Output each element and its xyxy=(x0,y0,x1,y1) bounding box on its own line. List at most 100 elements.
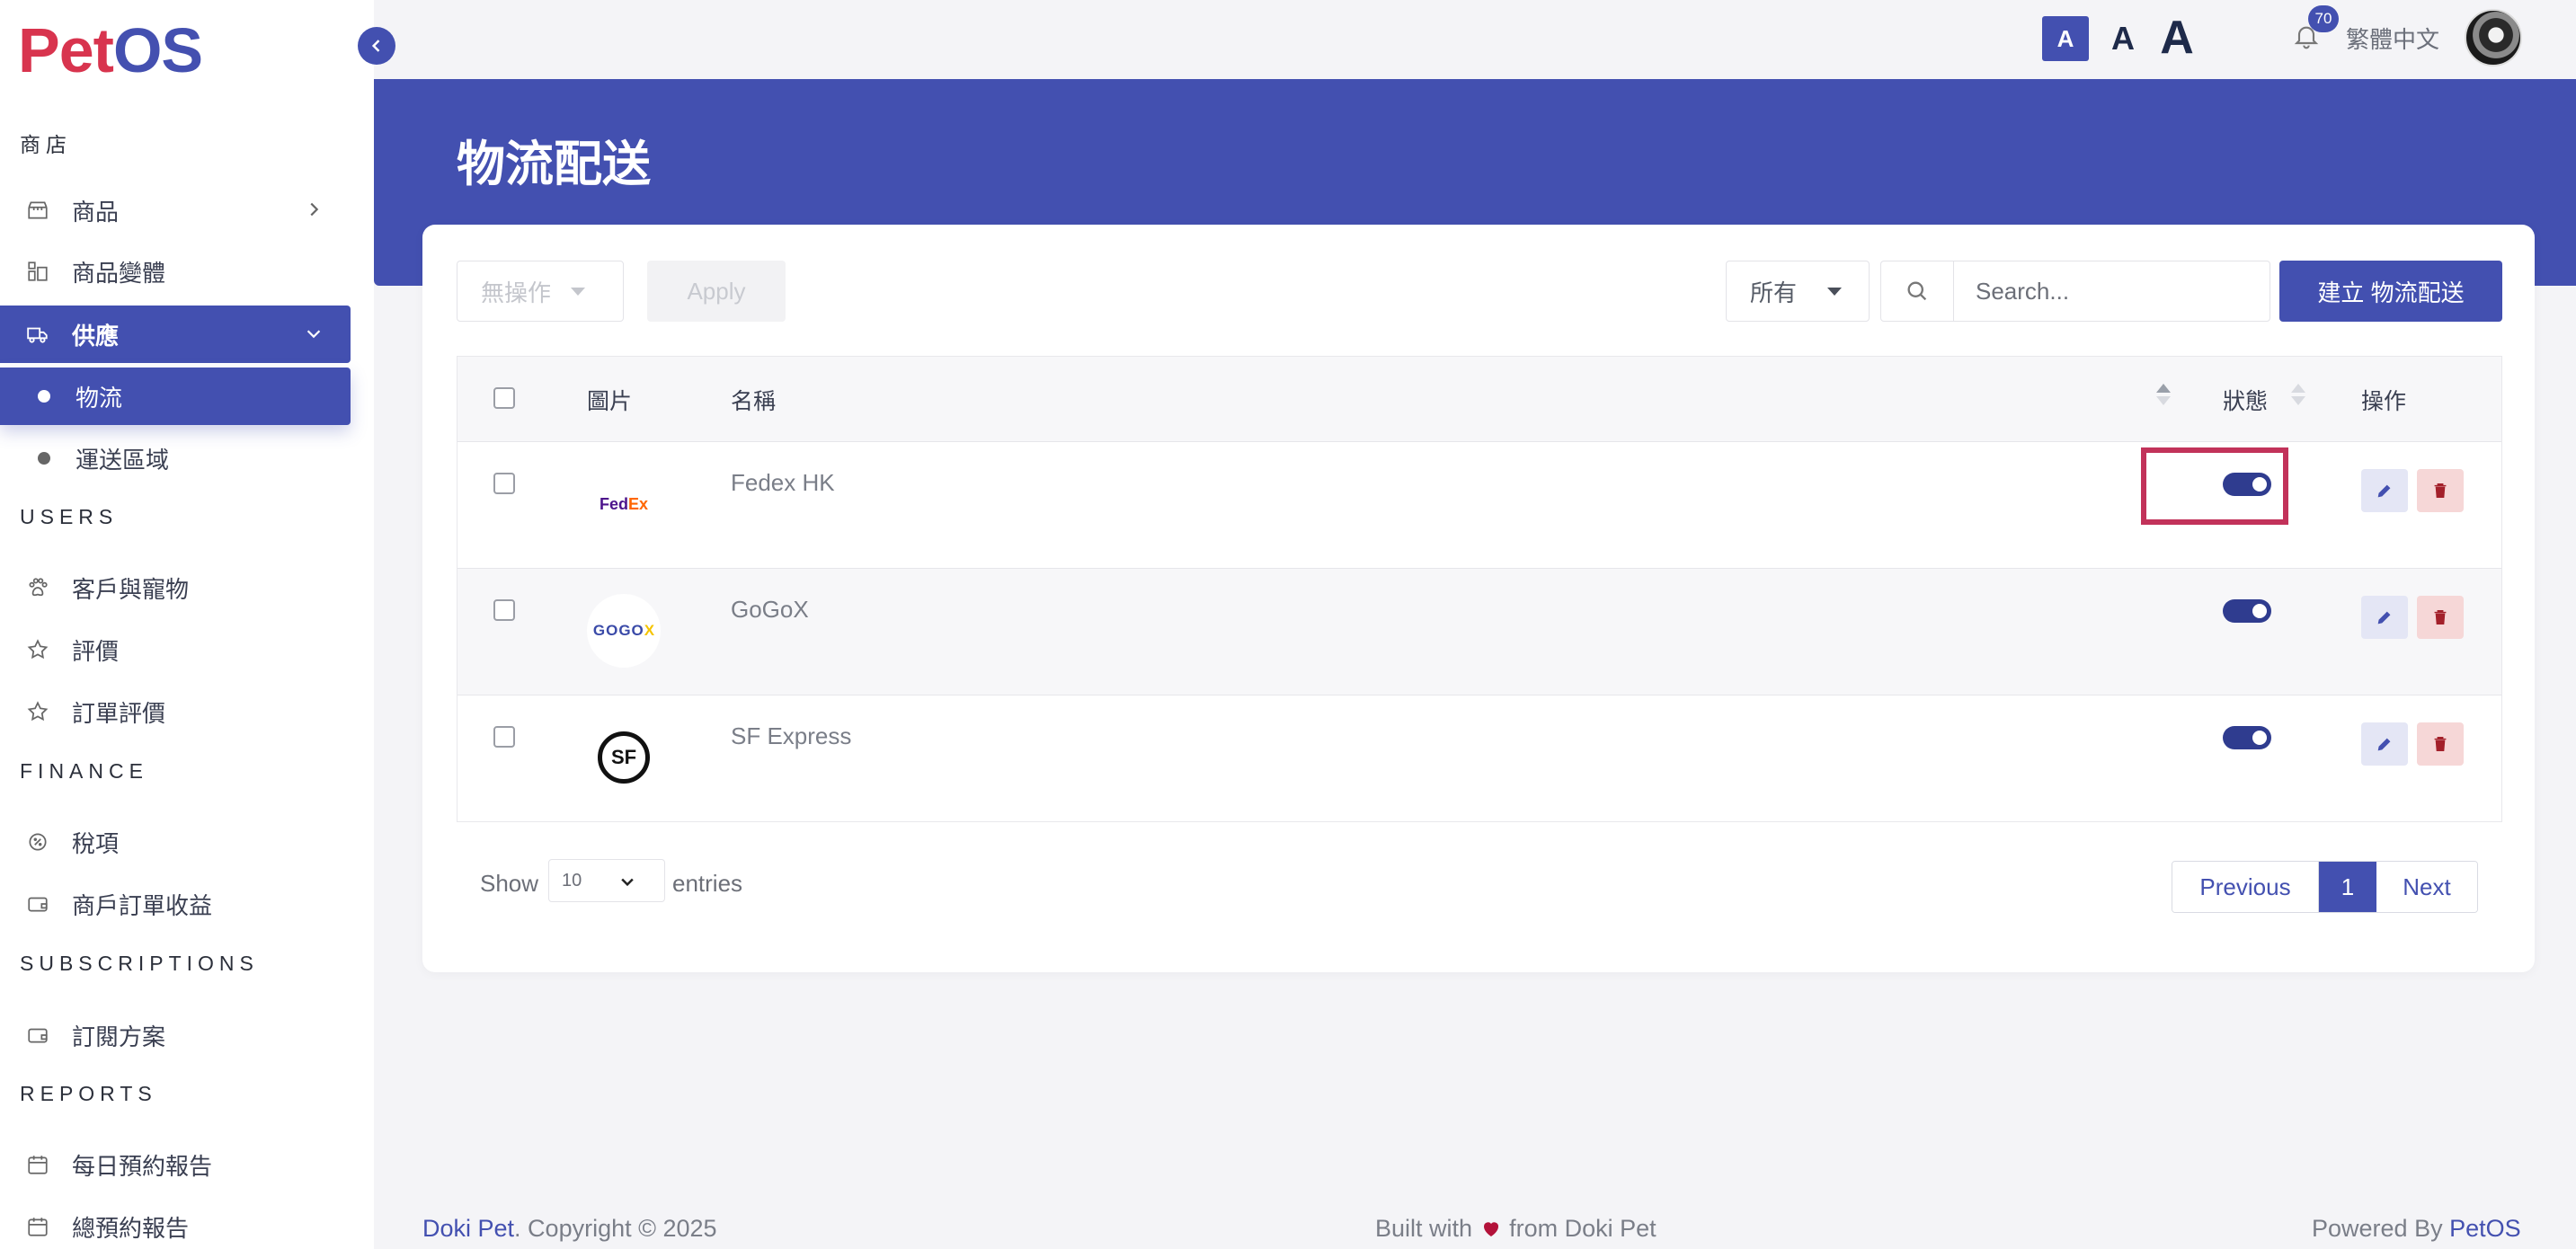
font-size-medium-button[interactable]: A xyxy=(2103,18,2143,59)
edit-button[interactable] xyxy=(2361,596,2408,639)
footer-copyright-text: . Copyright © 2025 xyxy=(514,1215,717,1242)
variants-icon xyxy=(23,260,52,283)
search-box xyxy=(1880,261,2270,322)
delete-button[interactable] xyxy=(2417,469,2464,512)
table-row: GOGO X GoGoX xyxy=(457,568,2501,695)
create-logistics-button[interactable]: 建立 物流配送 xyxy=(2279,261,2502,322)
edit-button[interactable] xyxy=(2361,469,2408,512)
sidebar-item-logistics[interactable]: 物流 xyxy=(0,368,351,425)
previous-page-button[interactable]: Previous xyxy=(2172,862,2319,912)
sidebar-item-variants[interactable]: 商品變體 xyxy=(0,243,351,300)
sidebar-item-customers-pets[interactable]: 客戶與寵物 xyxy=(0,559,351,616)
calendar-icon xyxy=(23,1153,52,1176)
sidebar-item-label: 訂閱方案 xyxy=(72,1023,166,1050)
sidebar-item-label: 評價 xyxy=(72,637,120,665)
sidebar-item-supply[interactable]: 供應 xyxy=(0,306,351,363)
logo-text-pet: Pet xyxy=(18,15,114,85)
edit-button[interactable] xyxy=(2361,722,2408,766)
pencil-icon xyxy=(2377,484,2391,498)
trash-icon xyxy=(2434,609,2447,625)
section-title-shop: 商店 xyxy=(20,133,72,156)
column-header-actions: 操作 xyxy=(2361,389,2407,414)
status-toggle[interactable] xyxy=(2223,726,2271,749)
footer-powered-link[interactable]: PetOS xyxy=(2449,1215,2521,1242)
sidebar-item-label: 每日預約報告 xyxy=(72,1152,213,1180)
chevron-right-icon xyxy=(310,202,319,217)
search-input[interactable] xyxy=(1954,263,2265,319)
section-title-finance: FINANCE xyxy=(20,759,148,783)
footer-brand-link[interactable]: Doki Pet xyxy=(422,1215,514,1242)
sidebar-item-total-report[interactable]: 總預約報告 xyxy=(0,1198,351,1249)
truck-icon xyxy=(23,323,52,346)
bullet-icon xyxy=(38,452,50,465)
sidebar-item-merchant-revenue[interactable]: 商戶訂單收益 xyxy=(0,875,351,933)
footer-powered-by: Powered By PetOS xyxy=(2312,1215,2521,1243)
row-name: SF Express xyxy=(731,722,852,749)
column-header-status[interactable]: 狀態 xyxy=(2223,384,2268,416)
language-switcher[interactable]: 繁體中文 xyxy=(2346,22,2439,55)
section-title-users: USERS xyxy=(20,505,119,528)
caret-down-icon xyxy=(1827,287,1843,296)
column-header-name[interactable]: 名稱 xyxy=(731,384,776,416)
select-all-checkbox[interactable] xyxy=(493,387,515,409)
bullet-icon xyxy=(38,390,50,403)
logo-text: X xyxy=(644,622,655,639)
pencil-icon xyxy=(2377,738,2391,751)
calendar-icon xyxy=(23,1215,52,1238)
row-checkbox[interactable] xyxy=(493,726,515,748)
delete-button[interactable] xyxy=(2417,596,2464,639)
font-size-large-button[interactable]: A xyxy=(2152,11,2202,65)
sidebar-item-delivery-zones[interactable]: 運送區域 xyxy=(0,430,351,487)
section-title-reports: REPORTS xyxy=(20,1082,157,1105)
sidebar-item-daily-report[interactable]: 每日預約報告 xyxy=(0,1136,351,1193)
apply-button[interactable]: Apply xyxy=(647,261,786,322)
avatar[interactable] xyxy=(2465,9,2522,66)
page-length-value: 10 xyxy=(562,870,582,890)
logo-text: SF xyxy=(598,731,650,784)
sidebar-item-products[interactable]: 商品 xyxy=(0,182,351,239)
trash-icon xyxy=(2434,736,2447,752)
chevron-down-icon xyxy=(306,330,321,339)
sidebar: PetOS 商店 商品 商品變體 供應 物流 運送區域 USERS 客戶與寵物 xyxy=(0,0,374,1249)
page-length-select[interactable]: 10 xyxy=(548,859,665,902)
table-row: SF SF Express xyxy=(457,695,2501,821)
next-page-button[interactable]: Next xyxy=(2376,862,2477,912)
sidebar-item-label: 運送區域 xyxy=(76,446,170,474)
delete-button[interactable] xyxy=(2417,722,2464,766)
heart-icon xyxy=(1483,1222,1498,1236)
footer-built-prefix: Built with xyxy=(1375,1215,1473,1242)
bulk-action-select[interactable]: 無操作 xyxy=(457,261,624,322)
status-toggle[interactable] xyxy=(2223,599,2271,623)
sidebar-item-label: 稅項 xyxy=(72,829,120,857)
row-checkbox[interactable] xyxy=(493,473,515,494)
highlight-box xyxy=(2141,447,2288,525)
sort-status-icon[interactable] xyxy=(2291,384,2305,405)
fedex-logo: Fed Ex xyxy=(587,467,661,541)
page-1-button[interactable]: 1 xyxy=(2319,862,2376,912)
star-icon xyxy=(23,638,52,661)
page-title: 物流配送 xyxy=(457,137,651,191)
sidebar-item-tax[interactable]: 稅項 xyxy=(0,813,351,871)
table-header: 圖片 名稱 狀態 操作 xyxy=(457,357,2501,441)
wallet-icon xyxy=(23,892,52,916)
sort-name-icon[interactable] xyxy=(2156,384,2171,405)
sidebar-item-label: 商戶訂單收益 xyxy=(72,891,213,919)
petos-logo[interactable]: PetOS xyxy=(18,14,203,86)
pagination: Previous 1 Next xyxy=(2172,861,2478,913)
sidebar-item-plans[interactable]: 訂閱方案 xyxy=(0,1006,351,1064)
logo-text: Fed xyxy=(599,494,628,513)
sidebar-item-order-reviews[interactable]: 訂單評價 xyxy=(0,683,351,740)
sidebar-item-label: 商品變體 xyxy=(72,259,166,287)
store-icon xyxy=(23,199,52,222)
status-filter-select[interactable]: 所有 xyxy=(1726,261,1870,322)
font-size-small-button[interactable]: A xyxy=(2042,16,2089,61)
sf-express-logo: SF xyxy=(587,721,661,794)
sidebar-item-label: 訂單評價 xyxy=(72,699,166,727)
logo-text-os: OS xyxy=(112,15,203,85)
status-filter-value: 所有 xyxy=(1750,279,1798,306)
sidebar-item-reviews[interactable]: 評價 xyxy=(0,621,351,678)
row-checkbox[interactable] xyxy=(493,599,515,621)
sidebar-item-label: 商品 xyxy=(72,198,120,226)
sidebar-collapse-button[interactable] xyxy=(358,27,395,65)
sidebar-item-label: 總預約報告 xyxy=(72,1214,190,1242)
